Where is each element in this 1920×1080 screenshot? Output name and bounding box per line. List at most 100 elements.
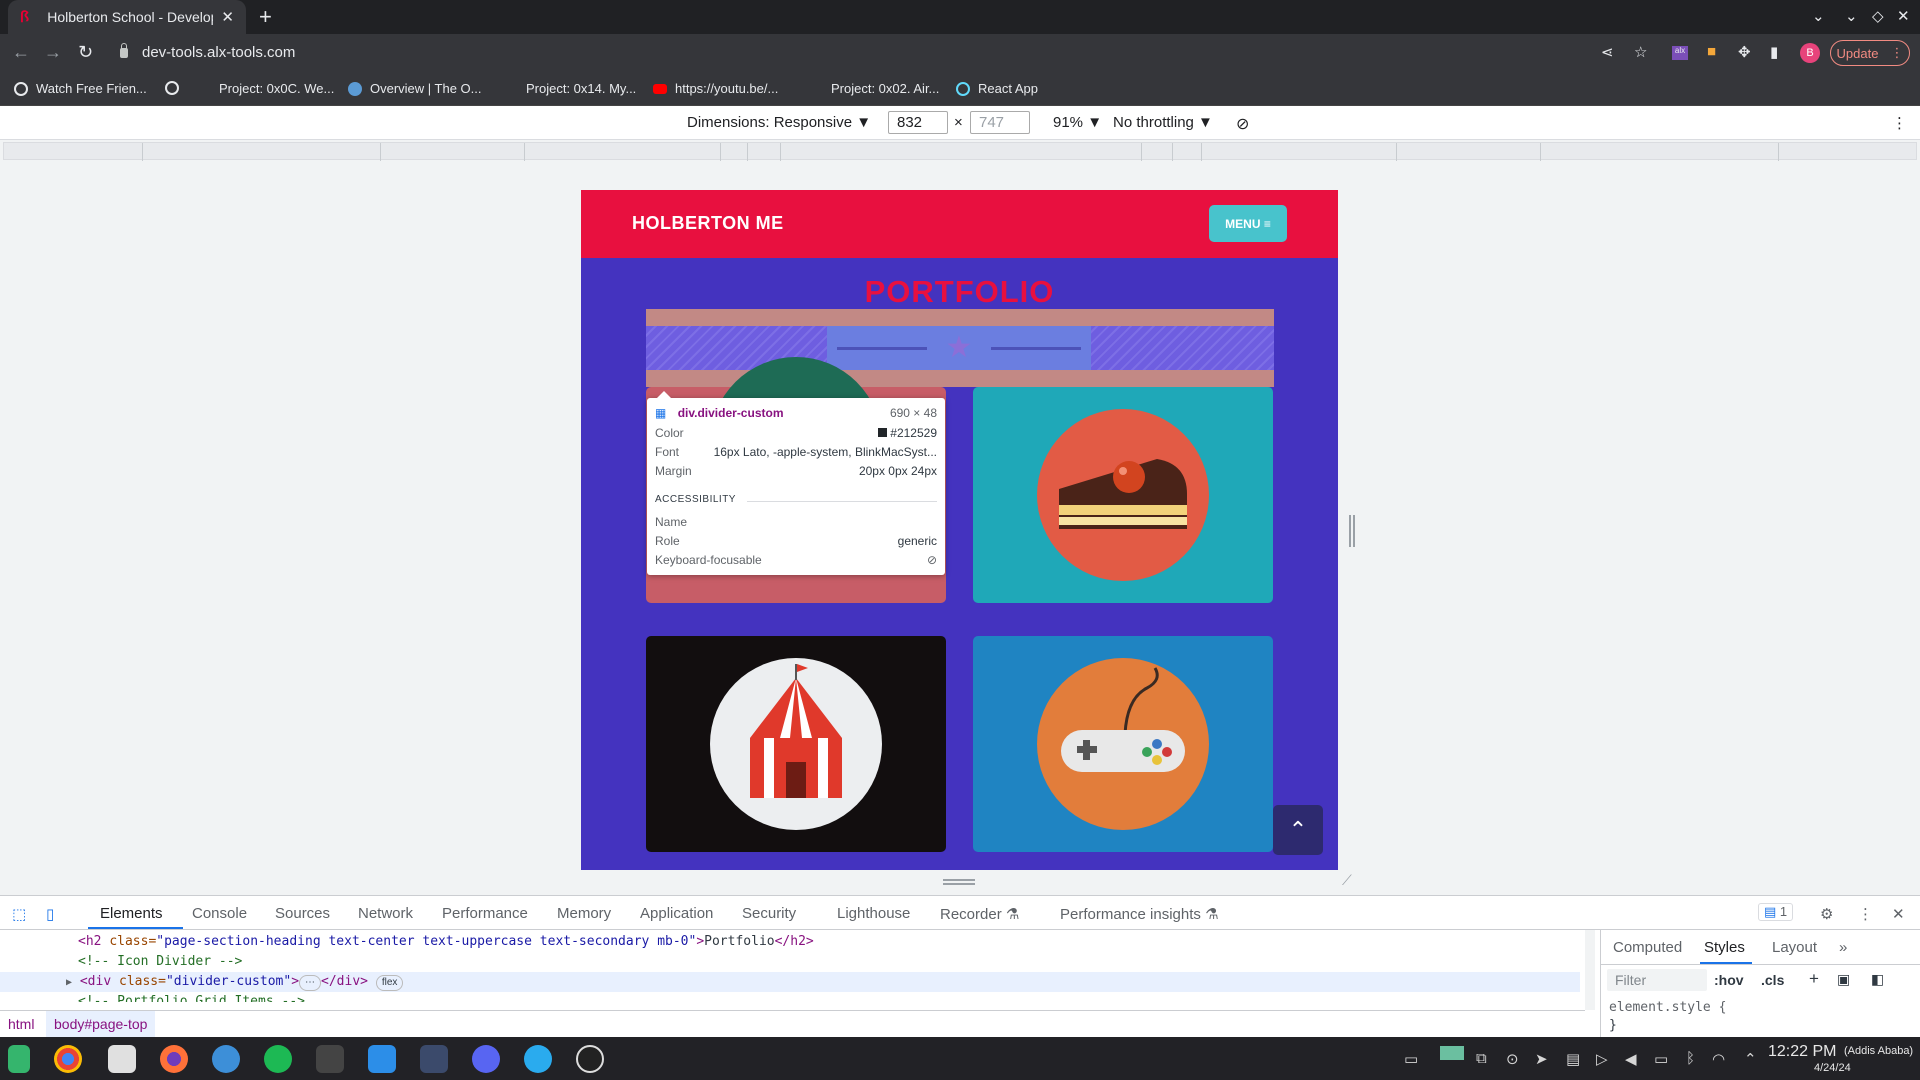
media-query-bar[interactable] — [3, 142, 1917, 161]
flex-badge[interactable]: flex — [375, 975, 404, 991]
bookmark-item[interactable]: https://youtu.be/... — [653, 81, 778, 96]
tab-application[interactable]: Application — [640, 905, 713, 922]
share-icon[interactable]: ⋖ — [1601, 43, 1614, 61]
files-icon[interactable] — [108, 1045, 136, 1073]
portfolio-item-cake[interactable] — [973, 387, 1273, 603]
bookmark-item[interactable] — [165, 81, 187, 95]
minimize-icon[interactable]: ⌄ — [1845, 7, 1858, 25]
reload-icon[interactable]: ↻ — [78, 42, 93, 63]
dom-line-h2[interactable]: <h2 class="page-section-heading text-cen… — [0, 932, 1580, 952]
close-window-icon[interactable]: ✕ — [1897, 7, 1910, 25]
rotate-icon[interactable]: ⊘ — [1236, 114, 1249, 134]
battery-icon[interactable]: ▭ — [1654, 1050, 1668, 1068]
tab-search-icon[interactable]: ⌄ — [1812, 7, 1825, 25]
more-tabs-icon[interactable]: » — [1839, 939, 1847, 956]
terminal-icon[interactable] — [316, 1045, 344, 1073]
close-tab-icon[interactable]: ✕ — [221, 8, 234, 26]
bookmark-item[interactable]: Project: 0x0C. We... — [219, 81, 334, 96]
device-toggle-icon[interactable]: ▯ — [46, 905, 54, 923]
menu-button[interactable]: MENU ≡ — [1209, 205, 1287, 242]
dom-tree-scrollbar[interactable] — [1585, 930, 1595, 1010]
app-icon[interactable] — [420, 1045, 448, 1073]
expand-arrow-icon[interactable]: ▶ — [66, 977, 72, 988]
viewport-resize-handle-right[interactable] — [1349, 515, 1355, 547]
browser-tab[interactable]: ꟗ Holberton School - Developer ✕ — [8, 0, 246, 34]
tab-memory[interactable]: Memory — [557, 905, 611, 922]
tab-computed[interactable]: Computed — [1613, 939, 1682, 956]
back-icon[interactable]: ← — [12, 42, 30, 63]
settings-gear-icon[interactable]: ⚙ — [1820, 905, 1833, 923]
tab-network[interactable]: Network — [358, 905, 413, 922]
clock-app-icon[interactable] — [576, 1045, 604, 1073]
close-devtools-icon[interactable]: ✕ — [1892, 905, 1905, 923]
styles-filter-input[interactable]: Filter — [1607, 969, 1707, 991]
tray-telegram-icon[interactable]: ➤ — [1535, 1050, 1548, 1068]
clipboard-icon[interactable]: ▤ — [1566, 1050, 1580, 1068]
bookmark-item[interactable]: Watch Free Frien... — [14, 81, 147, 96]
portfolio-item-controller[interactable] — [973, 636, 1273, 852]
viewport-resize-handle-bottom[interactable] — [943, 879, 975, 885]
update-button[interactable]: Update ⋮ — [1830, 40, 1910, 66]
maximize-icon[interactable]: ◇ — [1872, 7, 1884, 25]
tab-performance[interactable]: Performance — [442, 905, 528, 922]
site-brand[interactable]: HOLBERTON ME — [632, 213, 784, 234]
spotify-icon[interactable] — [264, 1045, 292, 1073]
alx-extension-icon[interactable]: alx — [1672, 46, 1688, 60]
issues-counter[interactable]: ▤ 1 — [1758, 903, 1794, 921]
vscode-icon[interactable] — [368, 1045, 396, 1073]
forward-icon[interactable]: → — [44, 42, 62, 63]
side-panel-icon[interactable]: ▮ — [1770, 43, 1778, 61]
device-options-icon[interactable]: ⋮ — [1892, 114, 1907, 132]
volume-icon[interactable]: ◀ — [1625, 1050, 1637, 1068]
tab-lighthouse[interactable]: Lighthouse — [837, 905, 910, 922]
bookmark-item[interactable]: Project: 0x02. Air... — [831, 81, 939, 96]
devtools-menu-icon[interactable]: ⋮ — [1858, 905, 1873, 923]
width-input[interactable]: 832 — [888, 111, 948, 134]
element-style-rule[interactable]: element.style { — [1609, 1000, 1726, 1015]
chrome-icon[interactable] — [54, 1045, 82, 1073]
tab-console[interactable]: Console — [192, 905, 247, 922]
hov-toggle[interactable]: :hov — [1714, 972, 1744, 988]
tab-recorder[interactable]: Recorder ⚗ — [940, 905, 1019, 923]
telegram-icon[interactable] — [524, 1045, 552, 1073]
bookmark-item[interactable]: Overview | The O... — [348, 81, 482, 96]
desktop-icon[interactable]: ▭ — [1404, 1050, 1418, 1068]
throttling-dropdown[interactable]: No throttling ▼ — [1113, 114, 1213, 131]
dom-line-comment-2[interactable]: <!-- Portfolio Grid Items --> — [0, 992, 1580, 1002]
dom-line-comment[interactable]: <!-- Icon Divider --> — [0, 952, 1580, 972]
tray-expand-icon[interactable]: ⌃ — [1744, 1050, 1757, 1068]
new-style-rule-icon[interactable]: + — [1809, 969, 1819, 989]
tab-sources[interactable]: Sources — [275, 905, 330, 922]
firefox-icon[interactable] — [160, 1045, 188, 1073]
tray-update-icon[interactable]: ⊙ — [1506, 1050, 1519, 1068]
inspect-element-icon[interactable]: ⬚ — [12, 905, 26, 923]
tab-performance-insights[interactable]: Performance insights ⚗ — [1060, 905, 1219, 923]
height-input[interactable]: 747 — [970, 111, 1030, 134]
network-app-icon[interactable] — [212, 1045, 240, 1073]
dimensions-dropdown[interactable]: Dimensions: Responsive ▼ — [687, 114, 871, 131]
bluetooth-icon[interactable]: ᛒ — [1686, 1050, 1695, 1067]
address-bar[interactable]: dev-tools.alx-tools.com — [120, 42, 295, 61]
tray-app-icon[interactable]: ⧉ — [1476, 1050, 1487, 1067]
crumb-html[interactable]: html — [8, 1016, 34, 1032]
tab-security[interactable]: Security — [742, 905, 796, 922]
extensions-puzzle-icon[interactable]: ✥ — [1738, 43, 1751, 61]
tab-elements[interactable]: Elements — [100, 905, 163, 922]
scroll-to-top-button[interactable]: ⌃ — [1273, 805, 1323, 855]
bookmark-item[interactable]: Project: 0x14. My... — [526, 81, 636, 96]
discord-icon[interactable] — [472, 1045, 500, 1073]
taskbar-date[interactable]: 4/24/24 — [1814, 1062, 1851, 1074]
portfolio-item-circus[interactable] — [646, 636, 946, 852]
cls-toggle[interactable]: .cls — [1761, 972, 1784, 988]
tab-layout[interactable]: Layout — [1772, 939, 1817, 956]
crumb-body[interactable]: body#page-top — [46, 1011, 156, 1038]
paint-brush-icon[interactable]: ▣ — [1837, 971, 1850, 988]
tab-styles[interactable]: Styles — [1704, 939, 1745, 956]
manjaro-menu-icon[interactable] — [8, 1045, 30, 1073]
profile-avatar[interactable]: B — [1800, 43, 1820, 63]
extension-icon[interactable]: ■ — [1707, 43, 1716, 60]
workspace-icon[interactable] — [1440, 1046, 1464, 1060]
viewport-resize-corner-icon[interactable]: ⟋ — [1342, 872, 1352, 889]
new-tab-button[interactable]: + — [259, 4, 272, 30]
media-play-icon[interactable]: ▷ — [1596, 1050, 1608, 1068]
